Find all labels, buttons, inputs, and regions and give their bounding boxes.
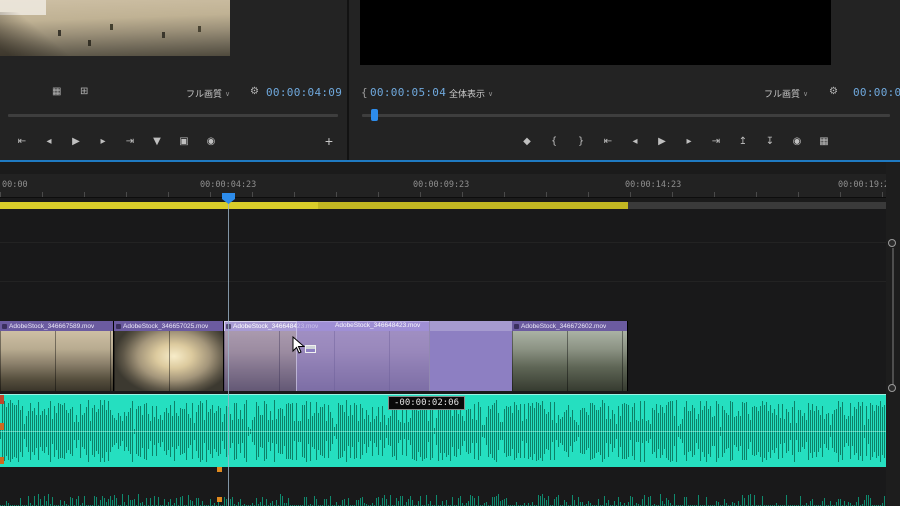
step-back-button[interactable]: ◂ [623, 131, 647, 151]
program-transport: ◆{}⇤◂▶▸⇥↥↧◉▦ [515, 131, 836, 151]
ruler-timecode-label: 00:00:09:23 [413, 180, 469, 190]
program-quality-dropdown[interactable]: フル画質 ∨ [764, 87, 808, 100]
clip-filmstrip [0, 331, 113, 391]
mark-out-button[interactable]: } [569, 131, 593, 151]
fx-badge[interactable] [2, 324, 7, 329]
drag-clip-icon [305, 345, 316, 353]
panel-focus-border [0, 160, 900, 162]
clip-filmstrip [114, 331, 223, 391]
export-frame-button[interactable]: ◉ [785, 131, 809, 151]
ruler-timecode-label: 00:00:14:23 [625, 180, 681, 190]
track-divider [0, 242, 886, 243]
track-color-tab [0, 423, 4, 430]
vertical-scrollbar[interactable] [886, 160, 900, 506]
go-to-in-button[interactable]: ⇤ [10, 131, 34, 151]
clip-header: AdobeStock_346657025.mov [114, 321, 223, 331]
track-divider [0, 281, 886, 282]
compare-icon[interactable]: ⊞ [80, 85, 88, 99]
scrollbar-handle-top[interactable] [888, 239, 896, 247]
fit-label: 全体表示 [449, 87, 485, 100]
mouse-cursor [292, 336, 318, 356]
ruler-timecode-label: 00:00:04:23 [200, 180, 256, 190]
timeline-panel: 00:0000:00:04:2300:00:09:2300:00:14:2300… [0, 160, 900, 506]
premiere-workspace: ▦ ⊞ フル画質 ∨ ⚙ 00:00:04:09 ⇤◂▶▸⇥▼▣◉ + { 00… [0, 0, 900, 506]
program-duration-timecode: 00:00:0 [853, 86, 900, 99]
drag-offset-tooltip: -00:00:02:06 [388, 396, 465, 410]
chevron-down-icon: ∨ [803, 90, 808, 98]
play-button[interactable]: ▶ [64, 131, 88, 151]
scrollbar-handle-bottom[interactable] [888, 384, 896, 392]
work-area-bar[interactable] [0, 202, 628, 209]
ruler-timecode-label: 00:00 [2, 180, 28, 190]
source-transport: ⇤◂▶▸⇥▼▣◉ [10, 131, 223, 151]
settings-grid-icon[interactable]: ▦ [52, 85, 61, 99]
comparison-view-button[interactable]: ▦ [812, 131, 836, 151]
work-area-track [0, 202, 886, 209]
wrench-icon[interactable]: ⚙ [829, 85, 838, 99]
audio-track-a2-partial[interactable] [0, 491, 886, 506]
program-monitor-panel: { 00:00:05:04 全体表示 ∨ フル画質 ∨ ⚙ 00:00:0 ◆{… [349, 0, 900, 160]
keyframe-marker[interactable] [217, 467, 222, 472]
clip-name: AdobeStock_346657025.mov [123, 323, 208, 330]
drag-ghost-overlay: AdobeStock_346648423.mov [296, 321, 430, 391]
play-button[interactable]: ▶ [650, 131, 674, 151]
timeline-clip[interactable]: AdobeStock_346657025.mov [114, 321, 224, 391]
track-area: AdobeStock_346667589.mov AdobeStock_34665… [0, 209, 886, 506]
source-scrubber[interactable] [8, 114, 338, 117]
scrollbar-line [892, 248, 894, 388]
drag-ghost-solid [430, 321, 512, 391]
clip-name: AdobeStock_346667589.mov [9, 323, 94, 330]
program-quality-label: フル画質 [764, 87, 800, 100]
preview-shadow [0, 12, 100, 56]
cursor-arrow-icon [292, 336, 305, 355]
drag-ghost-label: AdobeStock_346648423.mov [335, 322, 430, 329]
export-frame-button[interactable]: ◉ [199, 131, 223, 151]
scrubber-playhead[interactable] [371, 109, 378, 121]
lift-button[interactable]: ↥ [731, 131, 755, 151]
timeline-clip[interactable]: AdobeStock_346667589.mov [0, 321, 114, 391]
go-to-in-button[interactable]: ⇤ [596, 131, 620, 151]
clip-header: AdobeStock_346667589.mov [0, 321, 113, 331]
overwrite-button[interactable]: ▣ [172, 131, 196, 151]
clip-name: AdobeStock_346672602.mov [521, 323, 606, 330]
ruler-ticks [0, 192, 886, 197]
fx-badge[interactable] [116, 324, 121, 329]
wrench-icon[interactable]: ⚙ [250, 85, 259, 99]
clip-filmstrip [512, 331, 627, 391]
add-button[interactable]: + [318, 131, 340, 151]
timeline-ruler[interactable]: 00:0000:00:04:2300:00:09:2300:00:14:2300… [0, 174, 886, 198]
source-timecode: 00:00:04:09 [266, 86, 342, 99]
add-marker-button[interactable]: ◆ [515, 131, 539, 151]
source-monitor-panel: ▦ ⊞ フル画質 ∨ ⚙ 00:00:04:09 ⇤◂▶▸⇥▼▣◉ + [0, 0, 347, 160]
extract-button[interactable]: ↧ [758, 131, 782, 151]
go-to-out-button[interactable]: ⇥ [118, 131, 142, 151]
fit-dropdown[interactable]: 全体表示 ∨ [449, 87, 493, 100]
waveform-centerline [0, 431, 886, 432]
source-quality-label: フル画質 [186, 87, 222, 100]
in-point-brace: { [361, 86, 368, 99]
source-preview-video [0, 0, 230, 56]
timeline-clip[interactable]: AdobeStock_346672602.mov [512, 321, 628, 391]
clip-header: AdobeStock_346672602.mov [512, 321, 627, 331]
go-to-out-button[interactable]: ⇥ [704, 131, 728, 151]
preview-people [58, 30, 61, 36]
step-forward-button[interactable]: ▸ [91, 131, 115, 151]
source-quality-dropdown[interactable]: フル画質 ∨ [186, 87, 230, 100]
track-color-tab [0, 395, 4, 404]
playhead-line [228, 196, 229, 506]
program-preview-video [360, 0, 831, 65]
chevron-down-icon: ∨ [225, 90, 230, 98]
step-forward-button[interactable]: ▸ [677, 131, 701, 151]
insert-button[interactable]: ▼ [145, 131, 169, 151]
chevron-down-icon: ∨ [488, 90, 493, 98]
fx-badge[interactable] [514, 324, 519, 329]
step-back-button[interactable]: ◂ [37, 131, 61, 151]
keyframe-marker[interactable] [217, 497, 222, 502]
track-color-tab [0, 457, 4, 464]
mark-in-button[interactable]: { [542, 131, 566, 151]
program-timecode: 00:00:05:04 [370, 86, 446, 99]
program-scrubber[interactable] [362, 114, 890, 117]
